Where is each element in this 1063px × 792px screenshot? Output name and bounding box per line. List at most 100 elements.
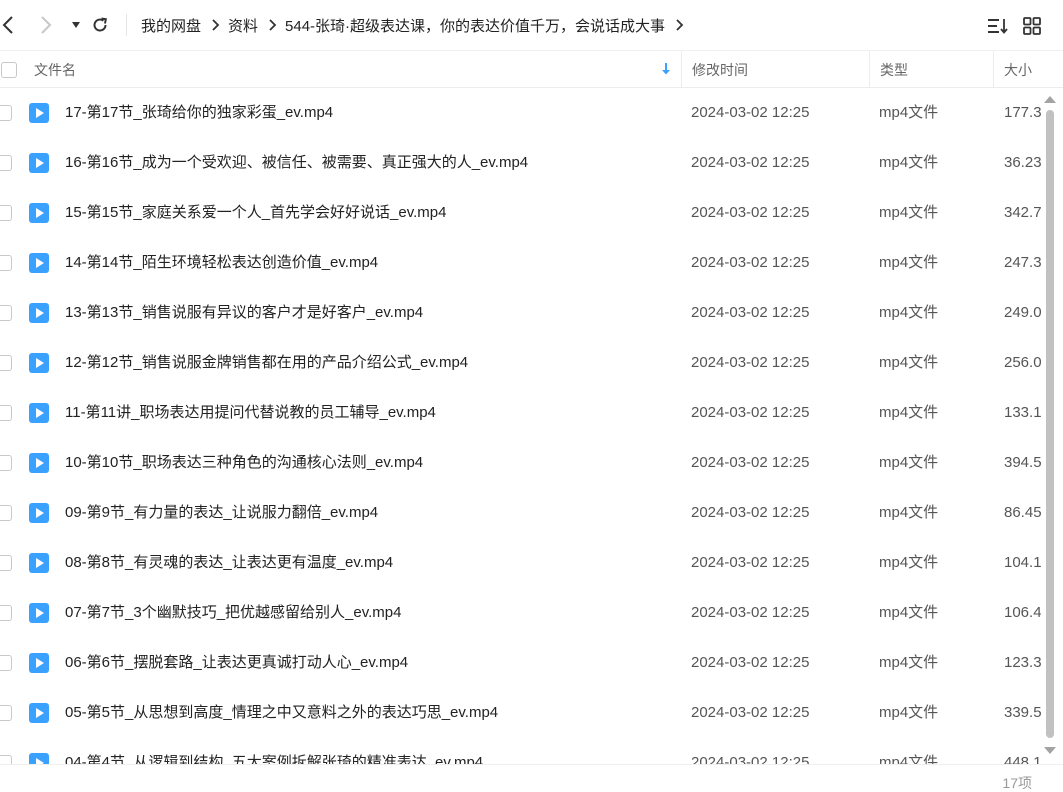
caret-down-icon bbox=[72, 22, 80, 28]
row-checkbox[interactable] bbox=[0, 105, 12, 121]
breadcrumb-item-root[interactable]: 我的网盘 bbox=[141, 15, 201, 36]
file-row[interactable]: 04-第4节_从逻辑到结构_五大案例拆解张琦的精准表达_ev.mp4 2024-0… bbox=[0, 738, 1041, 764]
file-modified-time: 2024-03-02 12:25 bbox=[691, 604, 810, 621]
column-name-label: 文件名 bbox=[34, 61, 76, 78]
scroll-down-arrow-icon[interactable] bbox=[1043, 746, 1057, 756]
file-name: 10-第10节_职场表达三种角色的沟通核心法则_ev.mp4 bbox=[65, 454, 424, 471]
file-row[interactable]: 07-第7节_3个幽默技巧_把优越感留给别人_ev.mp4 2024-03-02 … bbox=[0, 588, 1041, 638]
file-row[interactable]: 10-第10节_职场表达三种角色的沟通核心法则_ev.mp4 2024-03-02… bbox=[0, 438, 1041, 488]
file-modified-time: 2024-03-02 12:25 bbox=[691, 304, 810, 321]
file-name: 04-第4节_从逻辑到结构_五大案例拆解张琦的精准表达_ev.mp4 bbox=[65, 754, 484, 764]
video-file-icon bbox=[29, 303, 49, 323]
file-type: mp4文件 bbox=[879, 104, 939, 121]
row-checkbox[interactable] bbox=[0, 705, 12, 721]
video-file-icon bbox=[29, 253, 49, 273]
file-size: 256.0 bbox=[1004, 354, 1041, 371]
scroll-up-arrow-icon[interactable] bbox=[1043, 94, 1057, 104]
video-file-icon bbox=[29, 653, 49, 673]
chevron-left-icon bbox=[2, 16, 13, 34]
file-modified-time: 2024-03-02 12:25 bbox=[691, 554, 810, 571]
row-checkbox[interactable] bbox=[0, 605, 12, 621]
row-checkbox[interactable] bbox=[0, 405, 12, 421]
back-button[interactable] bbox=[0, 13, 20, 37]
file-row[interactable]: 15-第15节_家庭关系爱一个人_首先学会好好说话_ev.mp4 2024-03-… bbox=[0, 188, 1041, 238]
file-name: 08-第8节_有灵魂的表达_让表达更有温度_ev.mp4 bbox=[65, 554, 394, 571]
file-modified-time: 2024-03-02 12:25 bbox=[691, 654, 810, 671]
file-row[interactable]: 13-第13节_销售说服有异议的客户才是好客户_ev.mp4 2024-03-02… bbox=[0, 288, 1041, 338]
video-file-icon bbox=[29, 203, 49, 223]
file-name: 12-第12节_销售说服金牌销售都在用的产品介绍公式_ev.mp4 bbox=[65, 354, 469, 371]
refresh-button[interactable] bbox=[88, 13, 112, 37]
row-checkbox[interactable] bbox=[0, 455, 12, 471]
file-size: 123.3 bbox=[1004, 654, 1041, 671]
column-header: 文件名 修改时间 类型 大小 bbox=[0, 50, 1063, 88]
forward-button[interactable] bbox=[34, 13, 58, 37]
file-type: mp4文件 bbox=[879, 304, 939, 321]
file-size: 339.5 bbox=[1004, 704, 1041, 721]
row-checkbox[interactable] bbox=[0, 155, 12, 171]
row-checkbox[interactable] bbox=[0, 655, 12, 671]
file-row[interactable]: 11-第11讲_职场表达用提问代替说教的员工辅导_ev.mp4 2024-03-0… bbox=[0, 388, 1041, 438]
file-row[interactable]: 12-第12节_销售说服金牌销售都在用的产品介绍公式_ev.mp4 2024-03… bbox=[0, 338, 1041, 388]
file-name: 06-第6节_摆脱套路_让表达更真诚打动人心_ev.mp4 bbox=[65, 654, 409, 671]
video-file-icon bbox=[29, 353, 49, 373]
sort-button[interactable] bbox=[986, 14, 1010, 38]
file-row[interactable]: 08-第8节_有灵魂的表达_让表达更有温度_ev.mp4 2024-03-02 1… bbox=[0, 538, 1041, 588]
column-header-time[interactable]: 修改时间 bbox=[681, 51, 869, 88]
file-type: mp4文件 bbox=[879, 354, 939, 371]
column-header-type[interactable]: 类型 bbox=[869, 51, 993, 88]
column-header-name[interactable]: 文件名 bbox=[34, 51, 680, 88]
item-count: 17项 bbox=[1002, 775, 1032, 791]
file-size: 177.3 bbox=[1004, 104, 1041, 121]
file-row[interactable]: 06-第6节_摆脱套路_让表达更真诚打动人心_ev.mp4 2024-03-02 … bbox=[0, 638, 1041, 688]
row-checkbox[interactable] bbox=[0, 505, 12, 521]
file-row[interactable]: 14-第14节_陌生环境轻松表达创造价值_ev.mp4 2024-03-02 12… bbox=[0, 238, 1041, 288]
row-checkbox[interactable] bbox=[0, 755, 12, 764]
file-type: mp4文件 bbox=[879, 204, 939, 221]
vertical-scrollbar[interactable] bbox=[1041, 92, 1059, 758]
row-checkbox[interactable] bbox=[0, 255, 12, 271]
file-modified-time: 2024-03-02 12:25 bbox=[691, 704, 810, 721]
file-name: 16-第16节_成为一个受欢迎、被信任、被需要、真正强大的人_ev.mp4 bbox=[65, 154, 529, 171]
sort-descending-icon[interactable] bbox=[660, 62, 672, 79]
file-row[interactable]: 16-第16节_成为一个受欢迎、被信任、被需要、真正强大的人_ev.mp4 202… bbox=[0, 138, 1041, 188]
video-file-icon bbox=[29, 153, 49, 173]
video-file-icon bbox=[29, 503, 49, 523]
row-checkbox[interactable] bbox=[0, 305, 12, 321]
file-name: 13-第13节_销售说服有异议的客户才是好客户_ev.mp4 bbox=[65, 304, 424, 321]
chevron-right-icon bbox=[268, 18, 277, 32]
file-row[interactable]: 05-第5节_从思想到高度_情理之中又意料之外的表达巧思_ev.mp4 2024-… bbox=[0, 688, 1041, 738]
file-row[interactable]: 09-第9节_有力量的表达_让说服力翻倍_ev.mp4 2024-03-02 12… bbox=[0, 488, 1041, 538]
column-header-size[interactable]: 大小 bbox=[993, 51, 1063, 88]
file-name: 05-第5节_从思想到高度_情理之中又意料之外的表达巧思_ev.mp4 bbox=[65, 704, 499, 721]
view-mode-button[interactable] bbox=[1020, 14, 1044, 38]
video-file-icon bbox=[29, 553, 49, 573]
file-modified-time: 2024-03-02 12:25 bbox=[691, 454, 810, 471]
breadcrumb-item-materials[interactable]: 资料 bbox=[228, 15, 258, 36]
chevron-right-icon[interactable] bbox=[675, 18, 684, 32]
file-size: 104.1 bbox=[1004, 554, 1041, 571]
file-size: 133.1 bbox=[1004, 404, 1041, 421]
refresh-icon bbox=[93, 17, 107, 32]
scrollbar-thumb[interactable] bbox=[1046, 110, 1054, 738]
breadcrumb: 我的网盘 资料 544-张琦·超级表达课，你的表达价值千万，会说话成大事 bbox=[141, 0, 692, 50]
select-all-checkbox[interactable] bbox=[1, 61, 17, 78]
row-checkbox[interactable] bbox=[0, 205, 12, 221]
file-name: 11-第11讲_职场表达用提问代替说教的员工辅导_ev.mp4 bbox=[65, 404, 436, 421]
file-size: 106.4 bbox=[1004, 604, 1041, 621]
file-list: 17-第17节_张琦给你的独家彩蛋_ev.mp4 2024-03-02 12:25… bbox=[0, 88, 1041, 764]
file-size: 342.7 bbox=[1004, 204, 1041, 221]
select-all-cell bbox=[0, 51, 20, 88]
row-checkbox[interactable] bbox=[0, 555, 12, 571]
file-size: 394.5 bbox=[1004, 454, 1041, 471]
breadcrumb-item-current[interactable]: 544-张琦·超级表达课，你的表达价值千万，会说话成大事 bbox=[285, 15, 665, 36]
file-type: mp4文件 bbox=[879, 654, 939, 671]
file-size: 448.1 bbox=[1004, 754, 1041, 764]
file-row[interactable]: 17-第17节_张琦给你的独家彩蛋_ev.mp4 2024-03-02 12:25… bbox=[0, 88, 1041, 138]
file-name: 15-第15节_家庭关系爱一个人_首先学会好好说话_ev.mp4 bbox=[65, 204, 447, 221]
history-dropdown-button[interactable] bbox=[64, 13, 88, 37]
row-checkbox[interactable] bbox=[0, 355, 12, 371]
file-size: 249.0 bbox=[1004, 304, 1041, 321]
chevron-right-icon bbox=[41, 16, 52, 34]
file-modified-time: 2024-03-02 12:25 bbox=[691, 754, 810, 764]
